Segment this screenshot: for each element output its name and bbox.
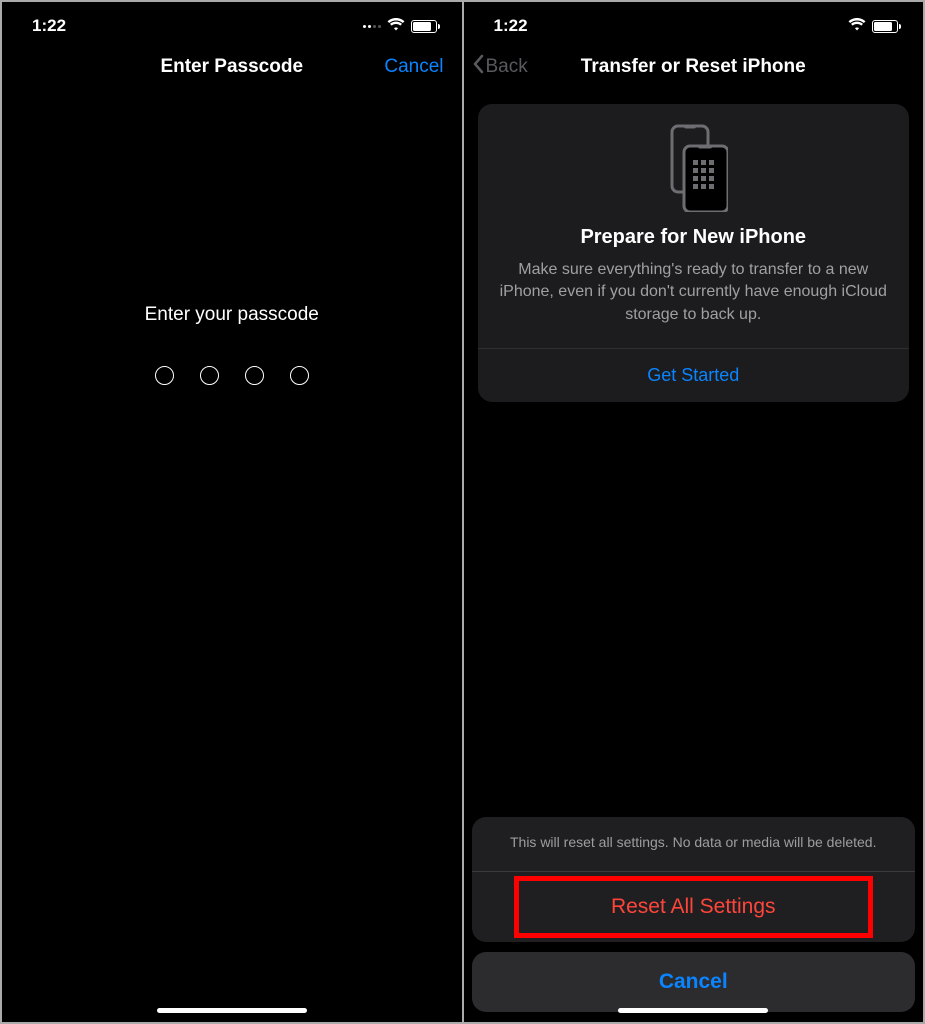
wifi-icon xyxy=(387,16,405,36)
battery-icon: 77 xyxy=(411,20,440,33)
passcode-prompt: Enter your passcode xyxy=(145,304,319,326)
status-time: 1:22 xyxy=(32,16,66,36)
wifi-icon xyxy=(848,16,866,36)
prepare-card: Prepare for New iPhone Make sure everyth… xyxy=(478,104,910,402)
home-indicator[interactable] xyxy=(618,1008,768,1013)
passcode-dot xyxy=(290,366,309,385)
home-indicator[interactable] xyxy=(157,1008,307,1013)
reset-all-settings-button[interactable]: Reset All Settings xyxy=(514,876,874,938)
page-title: Transfer or Reset iPhone xyxy=(581,56,806,78)
passcode-dot xyxy=(245,366,264,385)
passcode-area: Enter your passcode xyxy=(2,90,462,1022)
status-bar: 1:22 77 xyxy=(464,2,924,44)
phone-transfer-icon xyxy=(494,124,894,212)
divider xyxy=(472,871,916,872)
navigation-bar: Enter Passcode Cancel xyxy=(2,44,462,90)
navigation-bar: Back Transfer or Reset iPhone xyxy=(464,44,924,90)
passcode-dot xyxy=(155,366,174,385)
page-title: Enter Passcode xyxy=(160,56,303,78)
status-bar: 1:22 77 xyxy=(2,2,462,44)
action-sheet: This will reset all settings. No data or… xyxy=(472,817,916,1012)
back-label: Back xyxy=(486,56,528,78)
back-button[interactable]: Back xyxy=(472,54,528,80)
sheet-message: This will reset all settings. No data or… xyxy=(472,817,916,871)
status-icons: 77 xyxy=(848,16,901,36)
passcode-input[interactable] xyxy=(155,366,309,385)
passcode-dot xyxy=(200,366,219,385)
cancel-button[interactable]: Cancel xyxy=(472,952,916,1012)
passcode-screen: 1:22 77 Enter Passcode Cancel Enter your… xyxy=(2,2,462,1022)
card-title: Prepare for New iPhone xyxy=(494,226,894,249)
chevron-left-icon xyxy=(472,54,484,80)
cancel-button[interactable]: Cancel xyxy=(384,56,443,78)
cellular-icon xyxy=(363,25,381,28)
status-time: 1:22 xyxy=(494,16,528,36)
reset-screen: 1:22 77 Back Transfer or Reset iPhone xyxy=(464,2,924,1022)
card-description: Make sure everything's ready to transfer… xyxy=(494,259,894,326)
get-started-button[interactable]: Get Started xyxy=(478,349,910,402)
battery-icon: 77 xyxy=(872,20,901,33)
status-icons: 77 xyxy=(363,16,440,36)
